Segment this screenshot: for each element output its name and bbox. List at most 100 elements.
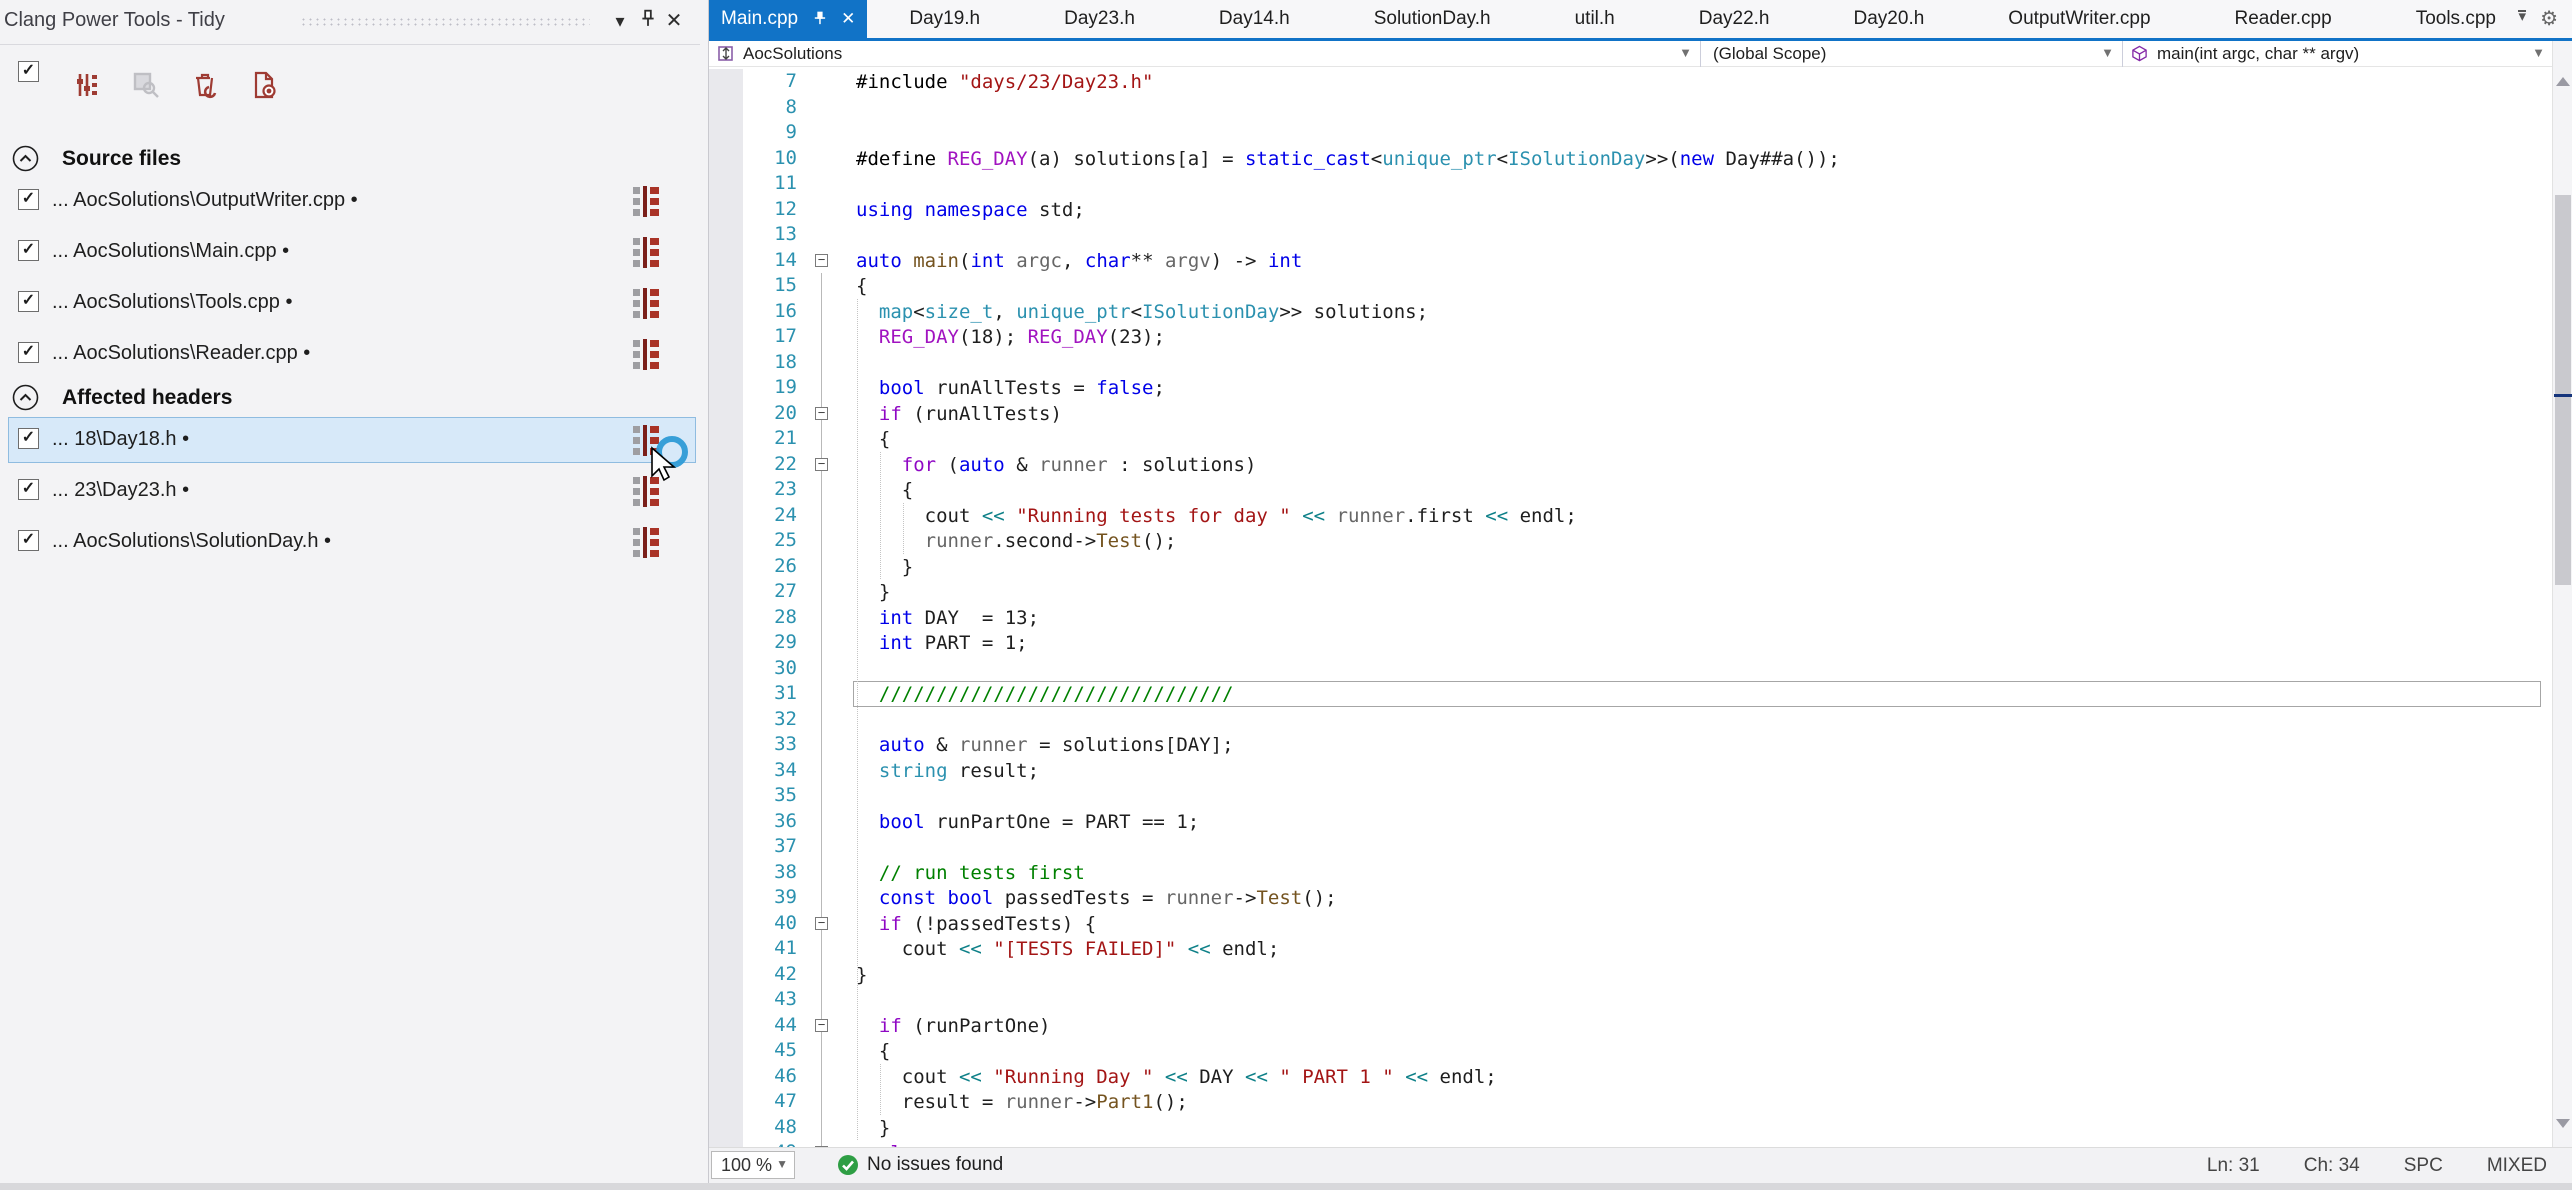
tab-options-gear-icon[interactable]: ⚙ bbox=[2540, 6, 2558, 31]
method-dropdown[interactable]: main(int argc, char ** argv) ▼ bbox=[2123, 41, 2553, 67]
fold-toggle[interactable]: − bbox=[815, 917, 828, 930]
scroll-down-arrow-icon[interactable] bbox=[2556, 1119, 2570, 1128]
breakpoint-margin[interactable] bbox=[709, 120, 743, 146]
file-checkbox[interactable]: ✓ bbox=[18, 428, 39, 449]
breakpoint-margin[interactable] bbox=[709, 732, 743, 758]
section-header-source-files[interactable]: Source files bbox=[0, 145, 700, 179]
breakpoint-margin[interactable] bbox=[709, 350, 743, 376]
window-position-icon[interactable]: ▾ bbox=[608, 8, 632, 34]
select-all-checkbox[interactable]: ✓ bbox=[18, 61, 39, 82]
breakpoint-margin[interactable] bbox=[709, 503, 743, 529]
list-item[interactable]: ✓... AocSolutions\Main.cpp • bbox=[0, 230, 700, 274]
list-item[interactable]: ✓... 23\Day23.h • bbox=[0, 469, 700, 513]
breakpoint-margin[interactable] bbox=[709, 707, 743, 733]
tab-outputwriter-cpp[interactable]: OutputWriter.cpp bbox=[1966, 0, 2192, 38]
breakpoint-margin[interactable] bbox=[709, 860, 743, 886]
tab-day14-h[interactable]: Day14.h bbox=[1177, 0, 1332, 38]
horizontal-scrollbar-strip[interactable] bbox=[0, 1183, 2572, 1190]
breakpoint-margin[interactable] bbox=[709, 222, 743, 248]
line-indicator[interactable]: Ln: 31 bbox=[2207, 1155, 2260, 1177]
tab-close-icon[interactable]: ✕ bbox=[841, 0, 855, 37]
fold-toggle[interactable]: − bbox=[815, 254, 828, 267]
zoom-control[interactable]: 100 % ▼ bbox=[711, 1151, 795, 1179]
tab-solutionday-h[interactable]: SolutionDay.h bbox=[1332, 0, 1533, 38]
health-check-icon[interactable] bbox=[837, 1154, 859, 1176]
breakpoint-margin[interactable] bbox=[709, 1089, 743, 1115]
list-item[interactable]: ✓... AocSolutions\Tools.cpp • bbox=[0, 281, 700, 325]
diff-icon[interactable] bbox=[633, 527, 659, 563]
list-item[interactable]: ✓... AocSolutions\OutputWriter.cpp • bbox=[0, 179, 700, 223]
tab-pin-icon[interactable] bbox=[812, 11, 827, 26]
lineending-indicator[interactable]: MIXED bbox=[2487, 1155, 2547, 1177]
vertical-scrollbar[interactable] bbox=[2552, 41, 2572, 1147]
space-mode-indicator[interactable]: SPC bbox=[2404, 1155, 2443, 1177]
breakpoint-margin[interactable] bbox=[709, 477, 743, 503]
project-dropdown[interactable]: AocSolutions ▼ bbox=[709, 41, 1701, 67]
breakpoint-margin[interactable] bbox=[709, 95, 743, 121]
breakpoint-margin[interactable] bbox=[709, 656, 743, 682]
breakpoint-margin[interactable] bbox=[709, 936, 743, 962]
tidy-settings-button[interactable] bbox=[73, 71, 101, 99]
breakpoint-margin[interactable] bbox=[709, 248, 743, 274]
breakpoint-margin[interactable] bbox=[709, 1013, 743, 1039]
scope-dropdown[interactable]: (Global Scope) ▼ bbox=[1701, 41, 2123, 67]
breakpoint-margin[interactable] bbox=[709, 630, 743, 656]
breakpoint-margin[interactable] bbox=[709, 758, 743, 784]
breakpoint-margin[interactable] bbox=[709, 579, 743, 605]
remove-fixes-button[interactable] bbox=[191, 71, 219, 99]
breakpoint-margin[interactable] bbox=[709, 299, 743, 325]
breakpoint-margin[interactable] bbox=[709, 1064, 743, 1090]
tab-day23-h[interactable]: Day23.h bbox=[1022, 0, 1177, 38]
collapse-chevron-icon[interactable] bbox=[12, 145, 39, 177]
breakpoint-margin[interactable] bbox=[709, 528, 743, 554]
diff-icon[interactable] bbox=[633, 339, 659, 375]
tab-tools-cpp[interactable]: Tools.cpp bbox=[2374, 0, 2538, 38]
breakpoint-margin[interactable] bbox=[709, 783, 743, 809]
tab-main-cpp[interactable]: Main.cpp✕ bbox=[709, 0, 867, 38]
fold-toggle[interactable]: − bbox=[815, 1019, 828, 1032]
diff-icon[interactable] bbox=[633, 186, 659, 222]
diff-icon[interactable] bbox=[633, 288, 659, 324]
breakpoint-margin[interactable] bbox=[709, 681, 743, 707]
file-checkbox[interactable]: ✓ bbox=[18, 479, 39, 500]
fold-toggle[interactable]: − bbox=[815, 458, 828, 471]
breakpoint-margin[interactable] bbox=[709, 401, 743, 427]
breakpoint-margin[interactable] bbox=[709, 605, 743, 631]
scrollbar-thumb[interactable] bbox=[2555, 195, 2571, 585]
breakpoint-margin[interactable] bbox=[709, 834, 743, 860]
breakpoint-margin[interactable] bbox=[709, 426, 743, 452]
breakpoint-margin[interactable] bbox=[709, 69, 743, 95]
file-checkbox[interactable]: ✓ bbox=[18, 291, 39, 312]
breakpoint-margin[interactable] bbox=[709, 885, 743, 911]
tab-day22-h[interactable]: Day22.h bbox=[1657, 0, 1812, 38]
file-checkbox[interactable]: ✓ bbox=[18, 189, 39, 210]
diff-icon[interactable] bbox=[633, 237, 659, 273]
tab-overflow-icon[interactable]: ▾ bbox=[2518, 10, 2526, 22]
tab-day19-h[interactable]: Day19.h bbox=[867, 0, 1022, 38]
list-item[interactable]: ✓... AocSolutions\SolutionDay.h • bbox=[0, 520, 700, 564]
list-item[interactable]: ✓... AocSolutions\Reader.cpp • bbox=[0, 332, 700, 376]
code-area[interactable]: 7#include "days/23/Day23.h"8910#define R… bbox=[709, 67, 2553, 1147]
file-checkbox[interactable]: ✓ bbox=[18, 530, 39, 551]
list-item[interactable]: ✓... 18\Day18.h • bbox=[0, 418, 700, 462]
column-indicator[interactable]: Ch: 34 bbox=[2304, 1155, 2360, 1177]
section-header-affected-headers[interactable]: Affected headers bbox=[0, 384, 700, 418]
breakpoint-margin[interactable] bbox=[709, 146, 743, 172]
breakpoint-margin[interactable] bbox=[709, 1115, 743, 1141]
breakpoint-margin[interactable] bbox=[709, 324, 743, 350]
breakpoint-margin[interactable] bbox=[709, 273, 743, 299]
tab-reader-cpp[interactable]: Reader.cpp bbox=[2193, 0, 2374, 38]
pin-icon[interactable] bbox=[636, 8, 660, 34]
breakpoint-margin[interactable] bbox=[709, 197, 743, 223]
breakpoint-margin[interactable] bbox=[709, 1140, 743, 1147]
tab-day20-h[interactable]: Day20.h bbox=[1812, 0, 1967, 38]
collapse-chevron-icon[interactable] bbox=[12, 384, 39, 416]
fold-toggle[interactable]: − bbox=[815, 1146, 828, 1147]
breakpoint-margin[interactable] bbox=[709, 809, 743, 835]
scroll-up-arrow-icon[interactable] bbox=[2556, 77, 2570, 86]
close-icon[interactable]: ✕ bbox=[662, 8, 686, 34]
file-checkbox[interactable]: ✓ bbox=[18, 240, 39, 261]
ignore-file-button[interactable] bbox=[250, 71, 278, 99]
breakpoint-margin[interactable] bbox=[709, 987, 743, 1013]
breakpoint-margin[interactable] bbox=[709, 962, 743, 988]
